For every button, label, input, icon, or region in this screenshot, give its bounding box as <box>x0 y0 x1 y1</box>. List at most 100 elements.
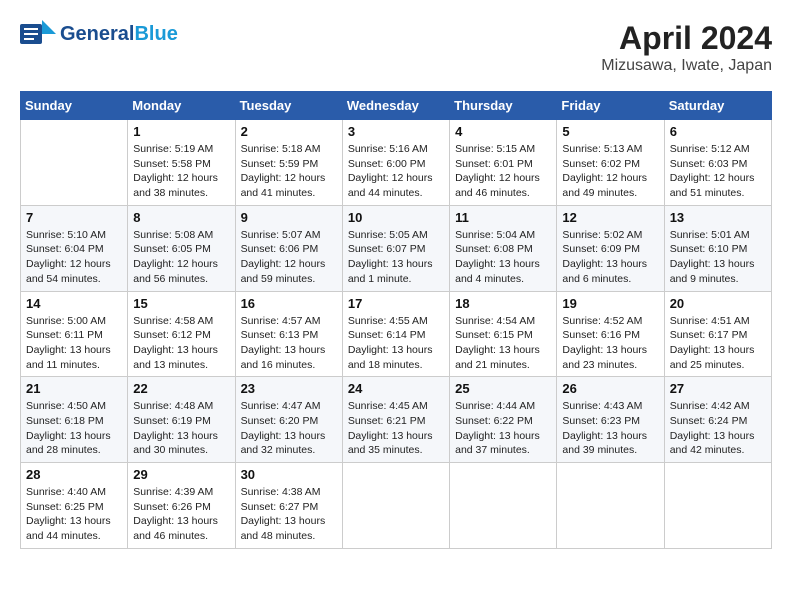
weekday-header-row: SundayMondayTuesdayWednesdayThursdayFrid… <box>21 92 772 120</box>
day-number: 29 <box>133 467 229 482</box>
day-number: 6 <box>670 124 766 139</box>
calendar-cell: 7 Sunrise: 5:10 AM Sunset: 6:04 PM Daylig… <box>21 205 128 291</box>
calendar-cell: 18 Sunrise: 4:54 AM Sunset: 6:15 PM Dayli… <box>450 291 557 377</box>
calendar-title: April 2024 <box>601 20 772 57</box>
day-number: 18 <box>455 296 551 311</box>
day-info: Sunrise: 5:16 AM Sunset: 6:00 PM Dayligh… <box>348 142 444 201</box>
day-info: Sunrise: 5:05 AM Sunset: 6:07 PM Dayligh… <box>348 228 444 287</box>
weekday-header-tuesday: Tuesday <box>235 92 342 120</box>
day-number: 17 <box>348 296 444 311</box>
weekday-header-monday: Monday <box>128 92 235 120</box>
logo-text-blue: Blue <box>134 23 177 45</box>
day-info: Sunrise: 4:52 AM Sunset: 6:16 PM Dayligh… <box>562 314 658 373</box>
calendar-cell: 16 Sunrise: 4:57 AM Sunset: 6:13 PM Dayli… <box>235 291 342 377</box>
calendar-cell: 24 Sunrise: 4:45 AM Sunset: 6:21 PM Dayli… <box>342 377 449 463</box>
day-info: Sunrise: 5:15 AM Sunset: 6:01 PM Dayligh… <box>455 142 551 201</box>
day-info: Sunrise: 4:45 AM Sunset: 6:21 PM Dayligh… <box>348 399 444 458</box>
day-number: 14 <box>26 296 122 311</box>
day-info: Sunrise: 4:38 AM Sunset: 6:27 PM Dayligh… <box>241 485 337 544</box>
calendar-cell: 14 Sunrise: 5:00 AM Sunset: 6:11 PM Dayli… <box>21 291 128 377</box>
day-info: Sunrise: 5:19 AM Sunset: 5:58 PM Dayligh… <box>133 142 229 201</box>
day-info: Sunrise: 5:04 AM Sunset: 6:08 PM Dayligh… <box>455 228 551 287</box>
day-info: Sunrise: 5:18 AM Sunset: 5:59 PM Dayligh… <box>241 142 337 201</box>
calendar-cell <box>664 463 771 549</box>
day-info: Sunrise: 4:48 AM Sunset: 6:19 PM Dayligh… <box>133 399 229 458</box>
day-info: Sunrise: 4:47 AM Sunset: 6:20 PM Dayligh… <box>241 399 337 458</box>
day-number: 5 <box>562 124 658 139</box>
day-info: Sunrise: 5:00 AM Sunset: 6:11 PM Dayligh… <box>26 314 122 373</box>
day-info: Sunrise: 5:13 AM Sunset: 6:02 PM Dayligh… <box>562 142 658 201</box>
day-number: 3 <box>348 124 444 139</box>
day-number: 7 <box>26 210 122 225</box>
day-number: 28 <box>26 467 122 482</box>
calendar-cell: 17 Sunrise: 4:55 AM Sunset: 6:14 PM Dayli… <box>342 291 449 377</box>
day-info: Sunrise: 4:57 AM Sunset: 6:13 PM Dayligh… <box>241 314 337 373</box>
calendar-cell <box>21 120 128 206</box>
calendar-week-row: 28 Sunrise: 4:40 AM Sunset: 6:25 PM Dayli… <box>21 463 772 549</box>
calendar-cell: 28 Sunrise: 4:40 AM Sunset: 6:25 PM Dayli… <box>21 463 128 549</box>
day-number: 13 <box>670 210 766 225</box>
calendar-cell <box>342 463 449 549</box>
day-info: Sunrise: 5:10 AM Sunset: 6:04 PM Dayligh… <box>26 228 122 287</box>
weekday-header-sunday: Sunday <box>21 92 128 120</box>
logo-icon <box>20 20 56 48</box>
calendar-cell: 5 Sunrise: 5:13 AM Sunset: 6:02 PM Daylig… <box>557 120 664 206</box>
day-info: Sunrise: 4:55 AM Sunset: 6:14 PM Dayligh… <box>348 314 444 373</box>
day-info: Sunrise: 4:54 AM Sunset: 6:15 PM Dayligh… <box>455 314 551 373</box>
day-info: Sunrise: 4:40 AM Sunset: 6:25 PM Dayligh… <box>26 485 122 544</box>
weekday-header-friday: Friday <box>557 92 664 120</box>
day-number: 24 <box>348 381 444 396</box>
day-number: 16 <box>241 296 337 311</box>
calendar-cell: 21Sunrise: 4:50 AM Sunset: 6:18 PM Dayli… <box>21 377 128 463</box>
weekday-header-thursday: Thursday <box>450 92 557 120</box>
day-number: 23 <box>241 381 337 396</box>
calendar-cell: 3 Sunrise: 5:16 AM Sunset: 6:00 PM Daylig… <box>342 120 449 206</box>
calendar-cell: 30 Sunrise: 4:38 AM Sunset: 6:27 PM Dayli… <box>235 463 342 549</box>
day-info: Sunrise: 5:08 AM Sunset: 6:05 PM Dayligh… <box>133 228 229 287</box>
day-number: 22 <box>133 381 229 396</box>
day-info: Sunrise: 5:12 AM Sunset: 6:03 PM Dayligh… <box>670 142 766 201</box>
calendar-table: SundayMondayTuesdayWednesdayThursdayFrid… <box>20 91 772 549</box>
day-number: 25 <box>455 381 551 396</box>
day-info: Sunrise: 4:43 AM Sunset: 6:23 PM Dayligh… <box>562 399 658 458</box>
calendar-cell: 26Sunrise: 4:43 AM Sunset: 6:23 PM Dayli… <box>557 377 664 463</box>
calendar-cell: 15 Sunrise: 4:58 AM Sunset: 6:12 PM Dayli… <box>128 291 235 377</box>
calendar-cell: 12 Sunrise: 5:02 AM Sunset: 6:09 PM Dayli… <box>557 205 664 291</box>
calendar-cell: 13 Sunrise: 5:01 AM Sunset: 6:10 PM Dayli… <box>664 205 771 291</box>
calendar-cell: 25 Sunrise: 4:44 AM Sunset: 6:22 PM Dayli… <box>450 377 557 463</box>
day-number: 2 <box>241 124 337 139</box>
calendar-cell: 29 Sunrise: 4:39 AM Sunset: 6:26 PM Dayli… <box>128 463 235 549</box>
day-number: 15 <box>133 296 229 311</box>
calendar-week-row: 7 Sunrise: 5:10 AM Sunset: 6:04 PM Daylig… <box>21 205 772 291</box>
day-info: Sunrise: 4:51 AM Sunset: 6:17 PM Dayligh… <box>670 314 766 373</box>
day-info: Sunrise: 4:58 AM Sunset: 6:12 PM Dayligh… <box>133 314 229 373</box>
calendar-cell: 20Sunrise: 4:51 AM Sunset: 6:17 PM Dayli… <box>664 291 771 377</box>
day-number: 11 <box>455 210 551 225</box>
calendar-cell: 10 Sunrise: 5:05 AM Sunset: 6:07 PM Dayli… <box>342 205 449 291</box>
calendar-week-row: 14 Sunrise: 5:00 AM Sunset: 6:11 PM Dayli… <box>21 291 772 377</box>
calendar-cell <box>557 463 664 549</box>
calendar-cell: 27Sunrise: 4:42 AM Sunset: 6:24 PM Dayli… <box>664 377 771 463</box>
calendar-cell: 6 Sunrise: 5:12 AM Sunset: 6:03 PM Daylig… <box>664 120 771 206</box>
day-number: 1 <box>133 124 229 139</box>
calendar-subtitle: Mizusawa, Iwate, Japan <box>601 57 772 75</box>
calendar-cell <box>450 463 557 549</box>
day-number: 30 <box>241 467 337 482</box>
day-number: 10 <box>348 210 444 225</box>
calendar-cell: 2 Sunrise: 5:18 AM Sunset: 5:59 PM Daylig… <box>235 120 342 206</box>
day-info: Sunrise: 5:01 AM Sunset: 6:10 PM Dayligh… <box>670 228 766 287</box>
calendar-cell: 9Sunrise: 5:07 AM Sunset: 6:06 PM Daylig… <box>235 205 342 291</box>
day-number: 4 <box>455 124 551 139</box>
day-info: Sunrise: 4:44 AM Sunset: 6:22 PM Dayligh… <box>455 399 551 458</box>
day-info: Sunrise: 4:42 AM Sunset: 6:24 PM Dayligh… <box>670 399 766 458</box>
day-info: Sunrise: 5:02 AM Sunset: 6:09 PM Dayligh… <box>562 228 658 287</box>
day-number: 9 <box>241 210 337 225</box>
day-info: Sunrise: 4:39 AM Sunset: 6:26 PM Dayligh… <box>133 485 229 544</box>
day-number: 12 <box>562 210 658 225</box>
calendar-cell: 1 Sunrise: 5:19 AM Sunset: 5:58 PM Daylig… <box>128 120 235 206</box>
calendar-cell: 22 Sunrise: 4:48 AM Sunset: 6:19 PM Dayli… <box>128 377 235 463</box>
logo-text-general: General <box>60 23 134 45</box>
calendar-cell: 4 Sunrise: 5:15 AM Sunset: 6:01 PM Daylig… <box>450 120 557 206</box>
day-number: 8 <box>133 210 229 225</box>
day-number: 19 <box>562 296 658 311</box>
